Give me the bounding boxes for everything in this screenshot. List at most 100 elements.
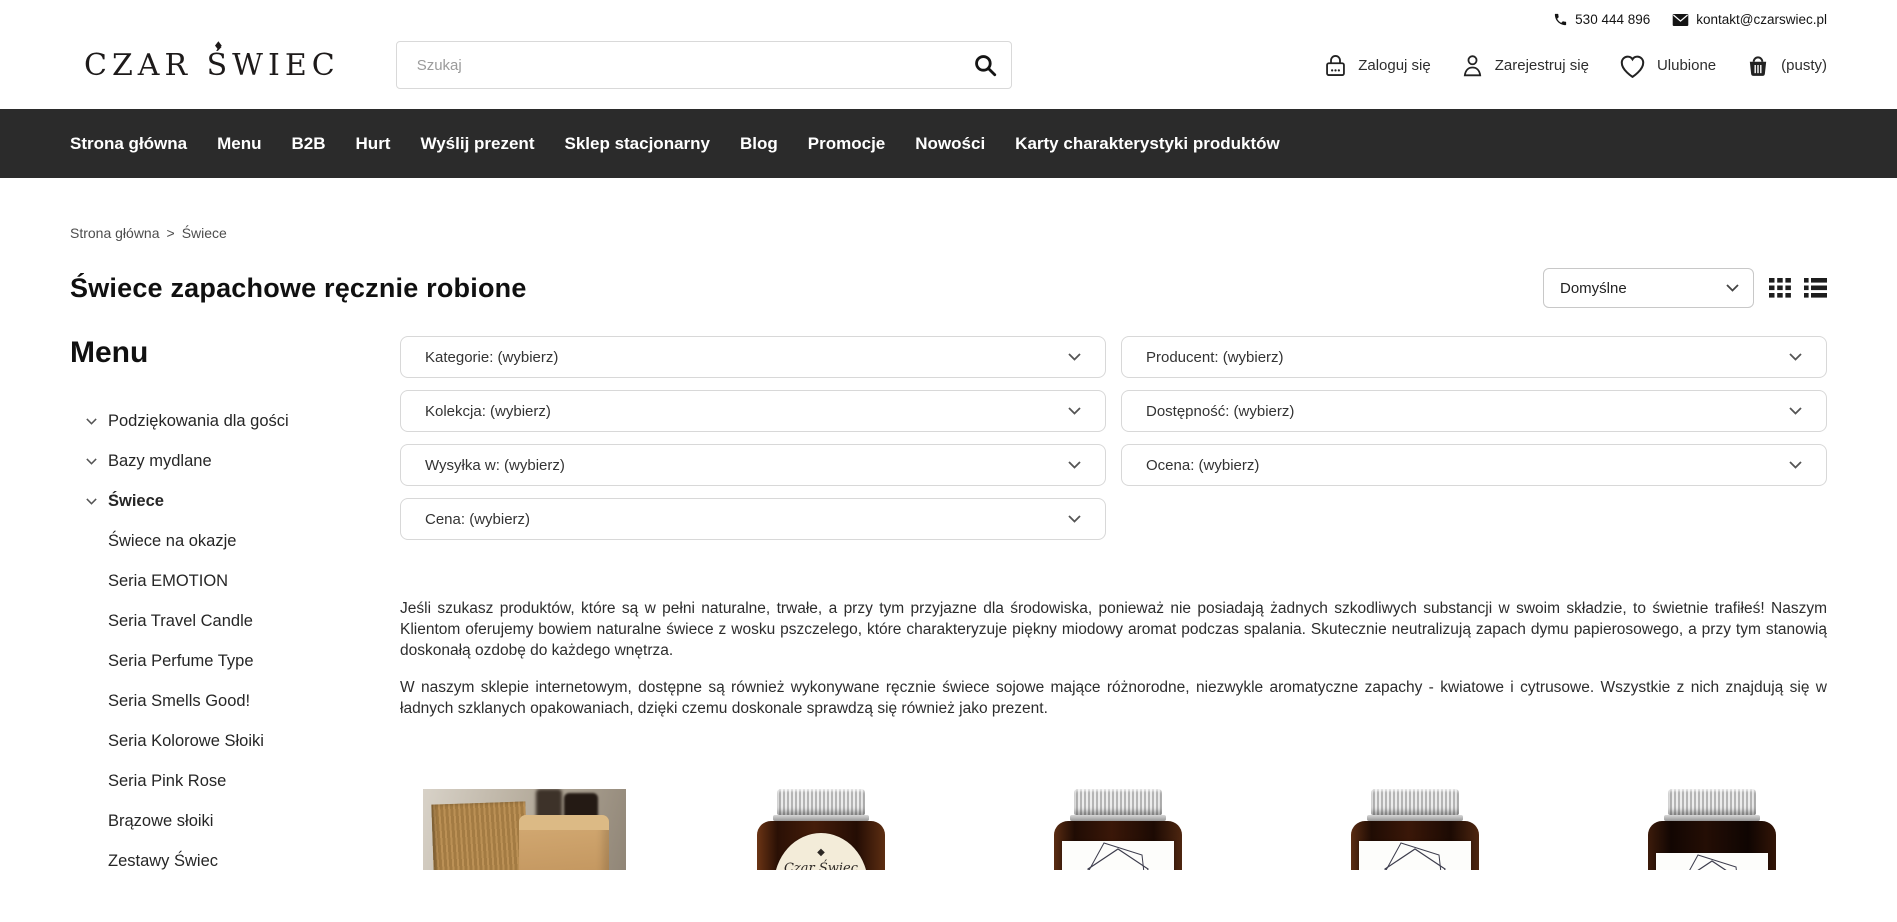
sidebar-item-label: Świece (108, 492, 164, 511)
chevron-down-icon (1726, 284, 1739, 292)
logo[interactable]: CZAR ŚWIEC ♦ (84, 48, 340, 83)
search (396, 41, 1012, 89)
filter-label: Kolekcja: (wybierz) (425, 403, 551, 420)
nav-item[interactable]: Karty charakterystyki produktów (1015, 134, 1280, 154)
filter-label: Cena: (wybierz) (425, 511, 530, 528)
nav-item[interactable]: Hurt (356, 134, 391, 154)
basket-icon (1744, 51, 1772, 79)
jar-lid (1074, 789, 1162, 815)
product-card[interactable] (1610, 789, 1814, 870)
nav-item[interactable]: Sklep stacjonarny (564, 134, 710, 154)
chevron-down-icon (86, 498, 108, 505)
chevron-down-icon (1789, 407, 1802, 415)
sidebar-item-label: Seria Kolorowe Słoiki (108, 732, 264, 751)
sidebar-item[interactable]: Seria Kolorowe Słoiki (70, 721, 400, 761)
filter-dropdown[interactable]: Dostępność: (wybierz) (1121, 390, 1827, 432)
product-image (1053, 789, 1183, 870)
sidebar-item[interactable]: Seria Travel Candle (70, 601, 400, 641)
sidebar-item-label: Seria Perfume Type (108, 652, 254, 671)
phone-icon (1553, 12, 1568, 27)
description-paragraph: Jeśli szukasz produktów, które są w pełn… (400, 598, 1827, 661)
sidebar-item-label: Świece na okazje (108, 532, 236, 551)
nav-item[interactable]: Promocje (808, 134, 885, 154)
jar-lid (777, 789, 865, 815)
topbar: 530 444 896 kontakt@czarswiec.pl (0, 0, 1897, 27)
chevron-down-icon (1789, 353, 1802, 361)
email-address: kontakt@czarswiec.pl (1696, 12, 1827, 27)
heart-icon (1617, 51, 1648, 80)
sidebar-item[interactable]: Świece (70, 481, 400, 521)
filter-label: Kategorie: (wybierz) (425, 349, 558, 366)
sidebar-item[interactable]: Seria Perfume Type (70, 641, 400, 681)
product-image: ◆Czar Świec (756, 789, 886, 870)
jar-label: ◆Czar Świec (774, 833, 868, 870)
filter-label: Ocena: (wybierz) (1146, 457, 1259, 474)
sidebar-item[interactable]: Seria Smells Good! (70, 681, 400, 721)
jar-body (1054, 821, 1182, 870)
jar-label (1359, 841, 1471, 870)
sidebar-item[interactable]: Seria Pink Rose (70, 761, 400, 801)
favorites-link[interactable]: Ulubione (1617, 51, 1716, 80)
filter-dropdown[interactable]: Wysyłka w: (wybierz) (400, 444, 1106, 486)
sidebar-item[interactable]: Zestawy Świec (70, 841, 400, 881)
favorites-label: Ulubione (1657, 57, 1716, 74)
sort-select[interactable]: Domyślne (1543, 268, 1754, 308)
email-link[interactable]: kontakt@czarswiec.pl (1672, 12, 1827, 27)
sidebar-item[interactable]: Brązowe słoiki (70, 801, 400, 841)
register-link[interactable]: Zarejestruj się (1459, 52, 1589, 79)
filter-dropdown[interactable]: Ocena: (wybierz) (1121, 444, 1827, 486)
phone-link[interactable]: 530 444 896 (1553, 12, 1650, 27)
sidebar-item-label: Seria Travel Candle (108, 612, 253, 631)
product-card[interactable] (1313, 789, 1517, 870)
sidebar-item[interactable]: Podziękowania dla gości (70, 401, 400, 441)
filter-dropdown[interactable]: Kolekcja: (wybierz) (400, 390, 1106, 432)
nav-item[interactable]: Menu (217, 134, 261, 154)
jar-lid (1371, 789, 1459, 815)
main-navigation: Strona główna Menu B2B Hurt Wyślij prezent Sk… (0, 109, 1897, 178)
sort-value: Domyślne (1560, 280, 1627, 297)
login-link[interactable]: Zaloguj się (1322, 52, 1431, 79)
nav-item[interactable]: Blog (740, 134, 778, 154)
breadcrumb-home[interactable]: Strona główna (70, 225, 160, 241)
product-card[interactable] (422, 789, 626, 870)
sidebar-item-label: Seria EMOTION (108, 572, 228, 591)
chevron-down-icon (1789, 461, 1802, 469)
list-view-icon[interactable] (1804, 278, 1827, 298)
page: 530 444 896 kontakt@czarswiec.pl CZAR ŚW… (0, 0, 1897, 922)
view-controls: Domyślne (1543, 268, 1827, 308)
nav-item[interactable]: Strona główna (70, 134, 187, 154)
sidebar-menu: Menu Podziękowania dla gości Bazy mydlane… (70, 336, 400, 881)
grid-view-icon[interactable] (1769, 278, 1792, 298)
sidebar-item-label: Podziękowania dla gości (108, 412, 289, 431)
breadcrumb-current[interactable]: Świece (182, 225, 227, 241)
sidebar-item[interactable]: Bazy mydlane (70, 441, 400, 481)
search-input[interactable] (396, 41, 1012, 89)
search-icon (972, 52, 998, 78)
sidebar-item-label: Bazy mydlane (108, 452, 212, 471)
user-icon (1459, 52, 1486, 79)
sidebar-item-label: Seria Pink Rose (108, 772, 226, 791)
nav-item[interactable]: Nowości (915, 134, 985, 154)
jar-lid (1668, 789, 1756, 815)
logo-flame-icon: ♦ (213, 39, 229, 53)
jar-body: ◆Czar Świec (757, 821, 885, 870)
chevron-down-icon (1068, 461, 1081, 469)
flame-mark: ◆ (774, 847, 868, 858)
product-card[interactable]: ◆Czar Świec (719, 789, 923, 870)
sidebar-item[interactable]: Świece na okazje (70, 521, 400, 561)
phone-number: 530 444 896 (1575, 12, 1650, 27)
product-card[interactable] (1016, 789, 1220, 870)
cart-link[interactable]: (pusty) (1744, 51, 1827, 79)
product-image (423, 789, 626, 870)
filter-dropdown[interactable]: Producent: (wybierz) (1121, 336, 1827, 378)
search-button[interactable] (972, 52, 998, 81)
nav-item[interactable]: B2B (292, 134, 326, 154)
nav-item[interactable]: Wyślij prezent (420, 134, 534, 154)
sidebar-item-label: Zestawy Świec (108, 852, 218, 871)
chevron-down-icon (1068, 515, 1081, 523)
sidebar-item[interactable]: Seria EMOTION (70, 561, 400, 601)
filter-dropdown[interactable]: Kategorie: (wybierz) (400, 336, 1106, 378)
sidebar-title: Menu (70, 336, 400, 370)
filter-dropdown[interactable]: Cena: (wybierz) (400, 498, 1106, 540)
filter-label: Wysyłka w: (wybierz) (425, 457, 565, 474)
